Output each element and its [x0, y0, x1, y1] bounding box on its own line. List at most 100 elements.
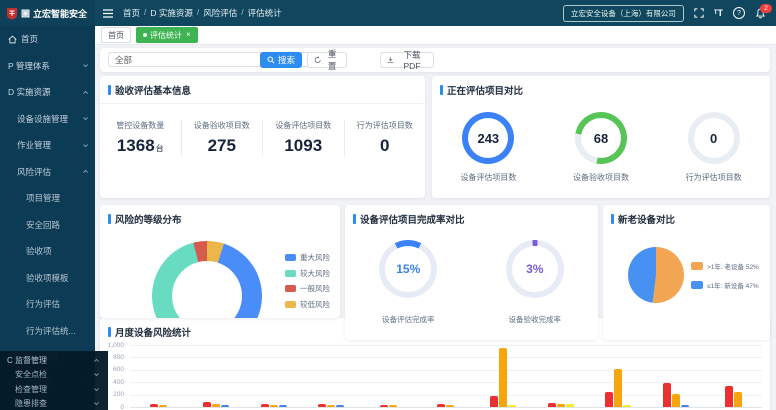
monthly-bar-chart[interactable]: 02004006008001,0002023-102023-112023-122…: [130, 345, 762, 407]
bar-yellow[interactable]: [566, 404, 574, 407]
risk-distribution-title: 风险的等级分布: [100, 205, 340, 232]
ring-arc[interactable]: 243: [462, 112, 514, 164]
gridline: [130, 407, 762, 408]
legend-item-1[interactable]: 较大风险: [285, 268, 330, 279]
bar-blue[interactable]: [221, 405, 229, 407]
legend-label: >1年: 老设备 52%: [707, 261, 759, 271]
legend-item-1[interactable]: ≤1年: 新设备 47%: [691, 280, 759, 290]
submenu-item-0[interactable]: C 监督管理: [0, 353, 108, 368]
chevron-down-icon: [93, 386, 100, 393]
bar-orange[interactable]: [159, 405, 167, 407]
sidebar-item-1[interactable]: P 管理体系: [0, 53, 95, 80]
reset-button[interactable]: 重置: [307, 52, 347, 68]
sidebar-item-2[interactable]: D 实施资源: [0, 79, 95, 106]
bar-group: 2024-08: [705, 345, 762, 407]
chevron-down-icon: [82, 142, 89, 149]
bar-orange[interactable]: [672, 394, 680, 407]
font-size-icon[interactable]: TT: [714, 8, 723, 18]
sidebar-item-11[interactable]: 行为评估统...: [0, 318, 95, 345]
ring-label: 设备评估项目数: [460, 172, 516, 183]
bar-blue[interactable]: [279, 405, 287, 407]
sidebar-item-8[interactable]: 验收项: [0, 238, 95, 265]
bar-orange[interactable]: [446, 405, 454, 407]
download-pdf-label: 下载PDF: [397, 49, 427, 71]
bar-orange[interactable]: [557, 404, 565, 407]
logo[interactable]: 立宏智能安全: [0, 0, 95, 26]
breadcrumb-item[interactable]: 首页: [123, 7, 140, 19]
tab-assessment-stats[interactable]: 评估统计 ×: [136, 27, 198, 43]
bar-red[interactable]: [490, 396, 498, 407]
bar-red[interactable]: [150, 404, 158, 407]
breadcrumb-item[interactable]: D 实施资源: [150, 7, 193, 19]
bar-blue[interactable]: [336, 405, 344, 407]
sidebar-item-4[interactable]: 作业管理: [0, 132, 95, 159]
bar-yellow[interactable]: [623, 405, 631, 407]
gauge-1: 3%设备验收完成率: [506, 240, 564, 325]
submenu-item-1[interactable]: 安全点检: [0, 368, 108, 383]
bar-red[interactable]: [548, 403, 556, 407]
legend-label: 较大风险: [300, 268, 330, 279]
tab-home[interactable]: 首页: [101, 27, 131, 43]
submenu-item-label: 隐患排查: [15, 398, 93, 409]
breadcrumb-item[interactable]: 评估统计: [248, 7, 282, 19]
legend-item-0[interactable]: 重大风险: [285, 252, 330, 263]
submenu-item-2[interactable]: 检查管理: [0, 382, 108, 397]
bar-red[interactable]: [380, 405, 388, 407]
sidebar-item-9[interactable]: 验收项模板: [0, 265, 95, 292]
bar-group: 2024-07: [647, 345, 704, 407]
breadcrumb-item[interactable]: 风险评估: [203, 7, 237, 19]
sidebar-item-10[interactable]: 行为评估: [0, 291, 95, 318]
stat-label: 设备评估项目数: [263, 120, 344, 131]
bar-group: 2023-10: [130, 345, 187, 407]
help-icon[interactable]: ?: [733, 7, 745, 19]
sidebar-item-0[interactable]: 首页: [0, 26, 95, 53]
breadcrumb: 首页/D 实施资源/风险评估/评估统计: [123, 7, 282, 19]
ring-arc[interactable]: 68: [575, 112, 627, 164]
ring-arc[interactable]: 0: [688, 112, 740, 164]
sidebar-item-6[interactable]: 项目管理: [0, 185, 95, 212]
bar-orange[interactable]: [212, 404, 220, 407]
bar-orange[interactable]: [389, 405, 397, 407]
legend-swatch: [691, 262, 703, 270]
notifications-bell-icon[interactable]: 2: [755, 8, 766, 19]
sidebar-item-label: 行为评估: [26, 298, 89, 310]
new-old-pie-chart[interactable]: [628, 247, 684, 303]
bar-orange[interactable]: [499, 348, 507, 407]
bar-yellow[interactable]: [508, 405, 516, 407]
bar-red[interactable]: [203, 402, 211, 407]
bar-red[interactable]: [437, 404, 445, 407]
bar-red[interactable]: [605, 392, 613, 408]
bar-group: 2023-11: [187, 345, 244, 407]
refresh-icon: [314, 56, 321, 64]
filter-select-value: 全部: [115, 54, 132, 66]
collapse-menu-icon[interactable]: [103, 9, 113, 18]
bar-red[interactable]: [725, 386, 733, 407]
bar-red[interactable]: [318, 404, 326, 407]
bar-orange[interactable]: [327, 405, 335, 407]
gauge-arc[interactable]: 15%: [379, 240, 437, 298]
legend-item-0[interactable]: >1年: 老设备 52%: [691, 261, 759, 271]
legend-item-3[interactable]: 较低风险: [285, 299, 330, 310]
fullscreen-icon[interactable]: [694, 8, 704, 18]
bar-orange[interactable]: [270, 405, 278, 407]
close-tab-icon[interactable]: ×: [186, 31, 191, 39]
legend-item-2[interactable]: 一般风险: [285, 283, 330, 294]
sidebar-item-5[interactable]: 风险评估: [0, 159, 95, 186]
legend-swatch: [691, 281, 703, 289]
sidebar-item-7[interactable]: 安全回路: [0, 212, 95, 239]
bar-orange[interactable]: [614, 369, 622, 407]
search-button[interactable]: 搜索: [260, 52, 302, 68]
submenu-item-3[interactable]: 隐患排查: [0, 397, 108, 410]
gauge-arc[interactable]: 3%: [506, 240, 564, 298]
bar-red[interactable]: [261, 404, 269, 407]
logo-shield-icon: [6, 7, 18, 20]
download-pdf-button[interactable]: 下载PDF: [380, 52, 434, 68]
sidebar-item-3[interactable]: 设备设施管理: [0, 106, 95, 133]
bar-orange[interactable]: [734, 392, 742, 407]
company-button[interactable]: 立宏安全设备（上海）有限公司: [563, 5, 684, 22]
stat-2: 设备评估项目数1093: [262, 120, 344, 156]
bar-blue[interactable]: [681, 405, 689, 407]
legend-label: 重大风险: [300, 252, 330, 263]
bar-red[interactable]: [663, 383, 671, 407]
gauge-value: 3%: [512, 246, 558, 292]
